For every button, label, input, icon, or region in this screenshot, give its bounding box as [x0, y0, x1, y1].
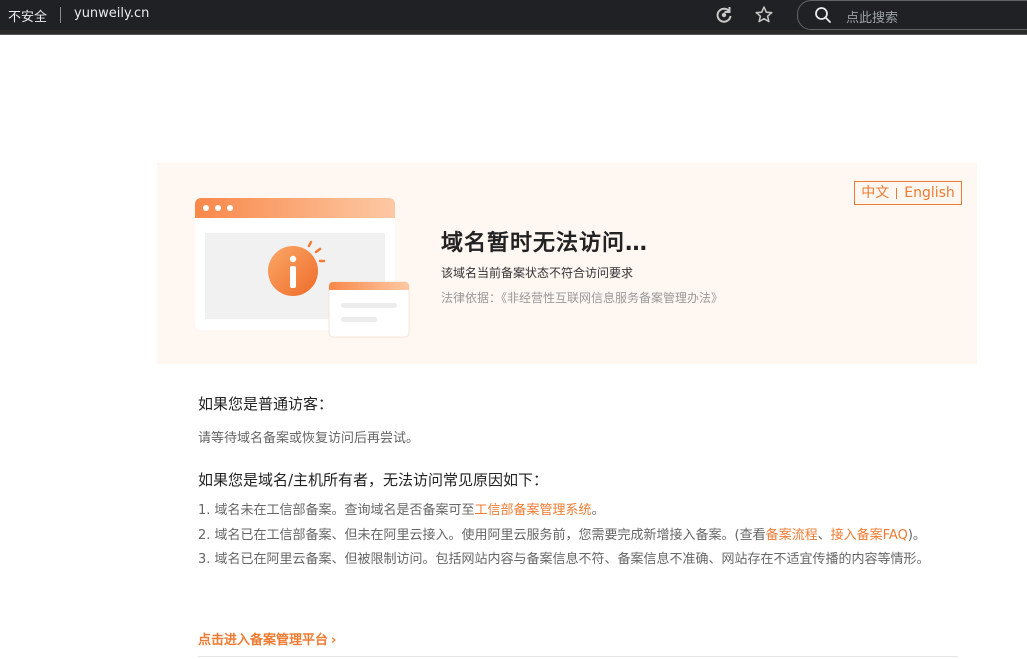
reason-2-end: )。 [907, 527, 926, 543]
page-title: 域名暂时无法访问… [441, 231, 649, 256]
address-divider [60, 7, 61, 23]
reason-1-end: 。 [591, 503, 605, 518]
reason-1-text: 1. 域名未在工信部备案。查询域名是否备案可至 [198, 503, 475, 518]
star-icon[interactable] [753, 4, 775, 26]
address-bar-url[interactable]: yunweily.cn [74, 6, 149, 21]
section-divider [198, 656, 958, 657]
notice-banner: 中文 English 域名暂时无法访问… 该域名当前备案状态不符合访问要求 法律… [157, 163, 977, 364]
chevron-right-icon: › [331, 633, 337, 648]
reason-item-3: 3. 域名已在阿里云备案、但被限制访问。包括网站内容与备案信息不符、备案信息不准… [198, 552, 930, 567]
browser-toolbar: 不安全 yunweily.cn 点此搜索 [0, 0, 1027, 30]
filing-platform-link[interactable]: 点击进入备案管理平台 › [198, 629, 336, 648]
refresh-icon[interactable] [713, 4, 735, 26]
reason-2-sep: 、 [817, 527, 831, 543]
miit-filing-system-link[interactable]: 工信部备案管理系统 [475, 503, 592, 518]
warning-illustration [191, 195, 417, 343]
notice-description: 该域名当前备案状态不符合访问要求 [441, 266, 634, 280]
reason-item-1: 1. 域名未在工信部备案。查询域名是否备案可至工信部备案管理系统。 [198, 499, 958, 524]
reasons-list: 1. 域名未在工信部备案。查询域名是否备案可至工信部备案管理系统。 2. 域名已… [198, 499, 958, 573]
cta-label: 点击进入备案管理平台 [198, 633, 329, 648]
legal-basis: 法律依据：《非经营性互联网信息服务备案管理办法》 [441, 291, 724, 305]
lang-cn-link[interactable]: 中文 [861, 185, 889, 201]
filing-process-link[interactable]: 备案流程 [766, 528, 818, 543]
filing-faq-link[interactable]: 接入备案FAQ [831, 528, 908, 543]
search-icon [814, 6, 832, 24]
visitor-heading: 如果您是普通访客： [198, 395, 334, 413]
reason-2-text: 2. 域名已在工信部备案、但未在阿里云接入。使用阿里云服务前，您需要完成新增接入… [198, 527, 766, 543]
lang-separator [896, 187, 898, 199]
language-switch: 中文 English [854, 181, 962, 205]
toolbar-separator [0, 30, 1027, 35]
browser-search-box[interactable]: 点此搜索 [797, 0, 1027, 30]
owner-heading: 如果您是域名/主机所有者，无法访问常见原因如下： [198, 471, 549, 489]
visitor-text: 请等待域名备案或恢复访问后再尝试。 [198, 431, 420, 446]
reason-item-2: 2. 域名已在工信部备案、但未在阿里云接入。使用阿里云服务前，您需要完成新增接入… [198, 524, 958, 549]
security-status[interactable]: 不安全 [8, 6, 47, 25]
search-placeholder: 点此搜索 [846, 11, 899, 26]
lang-en-link[interactable]: English [904, 185, 955, 201]
